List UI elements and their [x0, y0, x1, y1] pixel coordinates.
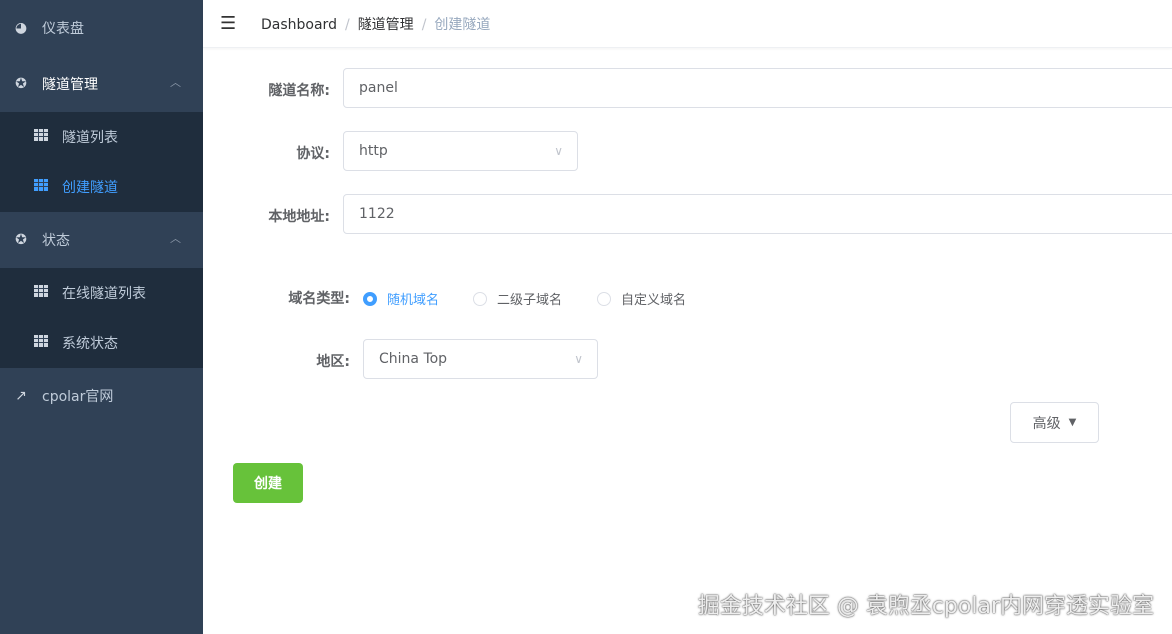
caret-down-icon: ▼ — [1068, 417, 1077, 428]
sidebar-item-system-status[interactable]: 系统状态 — [0, 318, 203, 368]
sidebar-item-create-tunnel[interactable]: 创建隧道 — [0, 162, 203, 212]
local-address-input[interactable]: 1122 — [343, 194, 1172, 234]
region-label: 地区: — [316, 354, 350, 370]
create-button[interactable]: 创建 — [233, 463, 303, 503]
sidebar-item-tunnel-list[interactable]: 隧道列表 — [0, 112, 203, 162]
table-icon — [32, 179, 50, 195]
radio-unchecked-icon — [597, 291, 611, 306]
external-link-icon: ↗ — [15, 388, 27, 404]
chevron-up-icon: ︿ — [170, 76, 181, 89]
chevron-down-icon: ∨ — [554, 144, 563, 158]
sidebar: ◕ 仪表盘 ✪ 隧道管理 ︿ 隧道列表 创建隧道 ✪ 状态 ︿ 在线隧道列表 系统状态 ↗… — [0, 0, 203, 634]
tunnel-name-label: 隧道名称: — [268, 83, 330, 99]
advanced-button[interactable]: 高级 ▼ — [1010, 402, 1099, 443]
sidebar-item-tunnel-management[interactable]: ✪ 隧道管理 ︿ — [0, 56, 203, 112]
breadcrumb-current: 创建隧道 — [434, 16, 491, 33]
sidebar-item-dashboard[interactable]: ◕ 仪表盘 — [0, 0, 203, 56]
protocol-select[interactable]: http ∨ — [343, 131, 578, 171]
radio-custom-domain[interactable]: 自定义域名 — [597, 289, 686, 308]
lifebuoy-icon: ✪ — [15, 232, 27, 248]
radio-unchecked-icon — [473, 291, 487, 306]
radio-subdomain[interactable]: 二级子域名 — [473, 289, 562, 308]
radio-random-domain[interactable]: 随机域名 — [363, 289, 439, 308]
chevron-up-icon: ︿ — [170, 232, 181, 245]
sidebar-item-cpolar-site[interactable]: ↗ cpolar官网 — [0, 368, 203, 424]
breadcrumb: Dashboard / 隧道管理 / 创建隧道 — [261, 16, 491, 33]
sidebar-item-online-tunnels[interactable]: 在线隧道列表 — [0, 268, 203, 318]
protocol-label: 协议: — [296, 146, 330, 162]
table-icon — [32, 335, 50, 351]
radio-checked-icon — [363, 291, 377, 306]
menu-fold-icon[interactable]: ☰ — [220, 13, 240, 34]
lifebuoy-icon: ✪ — [15, 76, 27, 92]
breadcrumb-tunnel-management[interactable]: 隧道管理 — [358, 17, 414, 33]
region-select[interactable]: China Top ∨ — [363, 339, 598, 379]
dashboard-icon: ◕ — [14, 20, 28, 36]
local-address-label: 本地地址: — [268, 209, 330, 225]
domain-type-label: 域名类型: — [288, 291, 350, 307]
sidebar-item-status[interactable]: ✪ 状态 ︿ — [0, 212, 203, 268]
table-icon — [32, 285, 50, 301]
breadcrumb-dashboard[interactable]: Dashboard — [261, 17, 337, 33]
watermark: 掘金技术社区 @ 袁煦丞cpolar内网穿透实验室 — [697, 594, 1154, 619]
navbar: ☰ Dashboard / 隧道管理 / 创建隧道 — [203, 0, 1172, 48]
chevron-down-icon: ∨ — [574, 352, 583, 366]
table-icon — [32, 129, 50, 145]
tunnel-name-input[interactable]: panel — [343, 68, 1172, 108]
